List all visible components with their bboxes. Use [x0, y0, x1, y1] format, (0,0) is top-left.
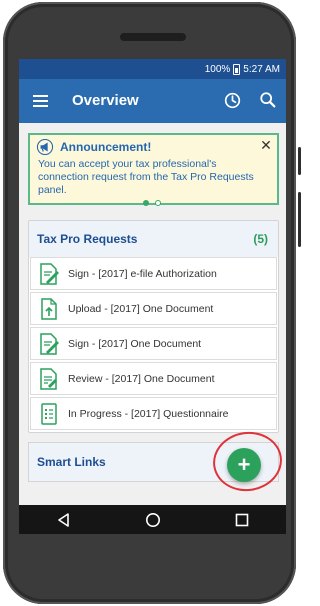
smart-links-title: Smart Links: [37, 455, 106, 469]
request-row[interactable]: Upload - [2017] One Document: [30, 292, 277, 325]
earpiece: [120, 33, 186, 41]
recent-apps-icon[interactable]: [234, 512, 250, 528]
menu-icon[interactable]: [33, 95, 48, 107]
questionnaire-icon: [41, 402, 57, 425]
announcement-body: You can accept your tax professional's c…: [38, 158, 254, 196]
close-icon[interactable]: ✕: [259, 138, 273, 152]
battery-icon: [233, 63, 241, 75]
announcement-banner: Announcement! ✕ You can accept your tax …: [28, 133, 279, 205]
request-row[interactable]: Review - [2017] One Document: [30, 362, 277, 395]
back-icon[interactable]: [56, 512, 72, 528]
page-title: Overview: [72, 92, 139, 109]
screen: 100% 5:27 AM Overview Announcement! ✕ Yo…: [19, 59, 286, 534]
upload-document-icon: [41, 297, 57, 320]
tax-pro-requests-count: (5): [253, 232, 268, 246]
request-row[interactable]: Sign - [2017] One Document: [30, 327, 277, 360]
sign-document-icon: [40, 332, 59, 355]
review-document-icon: [40, 367, 57, 390]
request-label: In Progress - [2017] Questionnaire: [68, 407, 229, 420]
megaphone-icon: [36, 139, 54, 155]
home-icon[interactable]: [145, 512, 161, 528]
clock-icon[interactable]: [224, 92, 241, 109]
android-nav-bar: [19, 505, 286, 534]
carousel-dot-active[interactable]: [143, 200, 149, 206]
volume-button: [298, 192, 301, 247]
request-label: Sign - [2017] One Document: [68, 337, 202, 350]
status-bar: 100% 5:27 AM: [19, 59, 286, 79]
request-row[interactable]: Sign - [2017] e-file Authorization: [30, 257, 277, 290]
carousel-dot[interactable]: [155, 200, 161, 206]
tax-pro-requests-header[interactable]: Tax Pro Requests (5): [29, 221, 278, 257]
app-bar: Overview: [19, 79, 286, 123]
request-label: Sign - [2017] e-file Authorization: [68, 267, 217, 280]
carousel-indicator: [143, 200, 161, 206]
phone-frame: 100% 5:27 AM Overview Announcement! ✕ Yo…: [3, 2, 301, 604]
tax-pro-requests-panel: Tax Pro Requests (5) Sign - [2017] e-fil…: [28, 220, 279, 433]
request-row[interactable]: In Progress - [2017] Questionnaire: [30, 397, 277, 430]
status-time: 5:27 AM: [243, 63, 280, 75]
request-label: Upload - [2017] One Document: [68, 302, 214, 315]
battery-percent: 100%: [204, 63, 231, 75]
sign-document-icon: [40, 262, 59, 285]
power-button: [298, 147, 301, 175]
announcement-title: Announcement!: [60, 140, 152, 154]
tax-pro-requests-title: Tax Pro Requests: [37, 232, 138, 246]
add-button[interactable]: +: [227, 448, 261, 482]
announcement-header: Announcement!: [36, 139, 269, 155]
search-icon[interactable]: [259, 91, 277, 109]
request-label: Review - [2017] One Document: [68, 372, 215, 385]
